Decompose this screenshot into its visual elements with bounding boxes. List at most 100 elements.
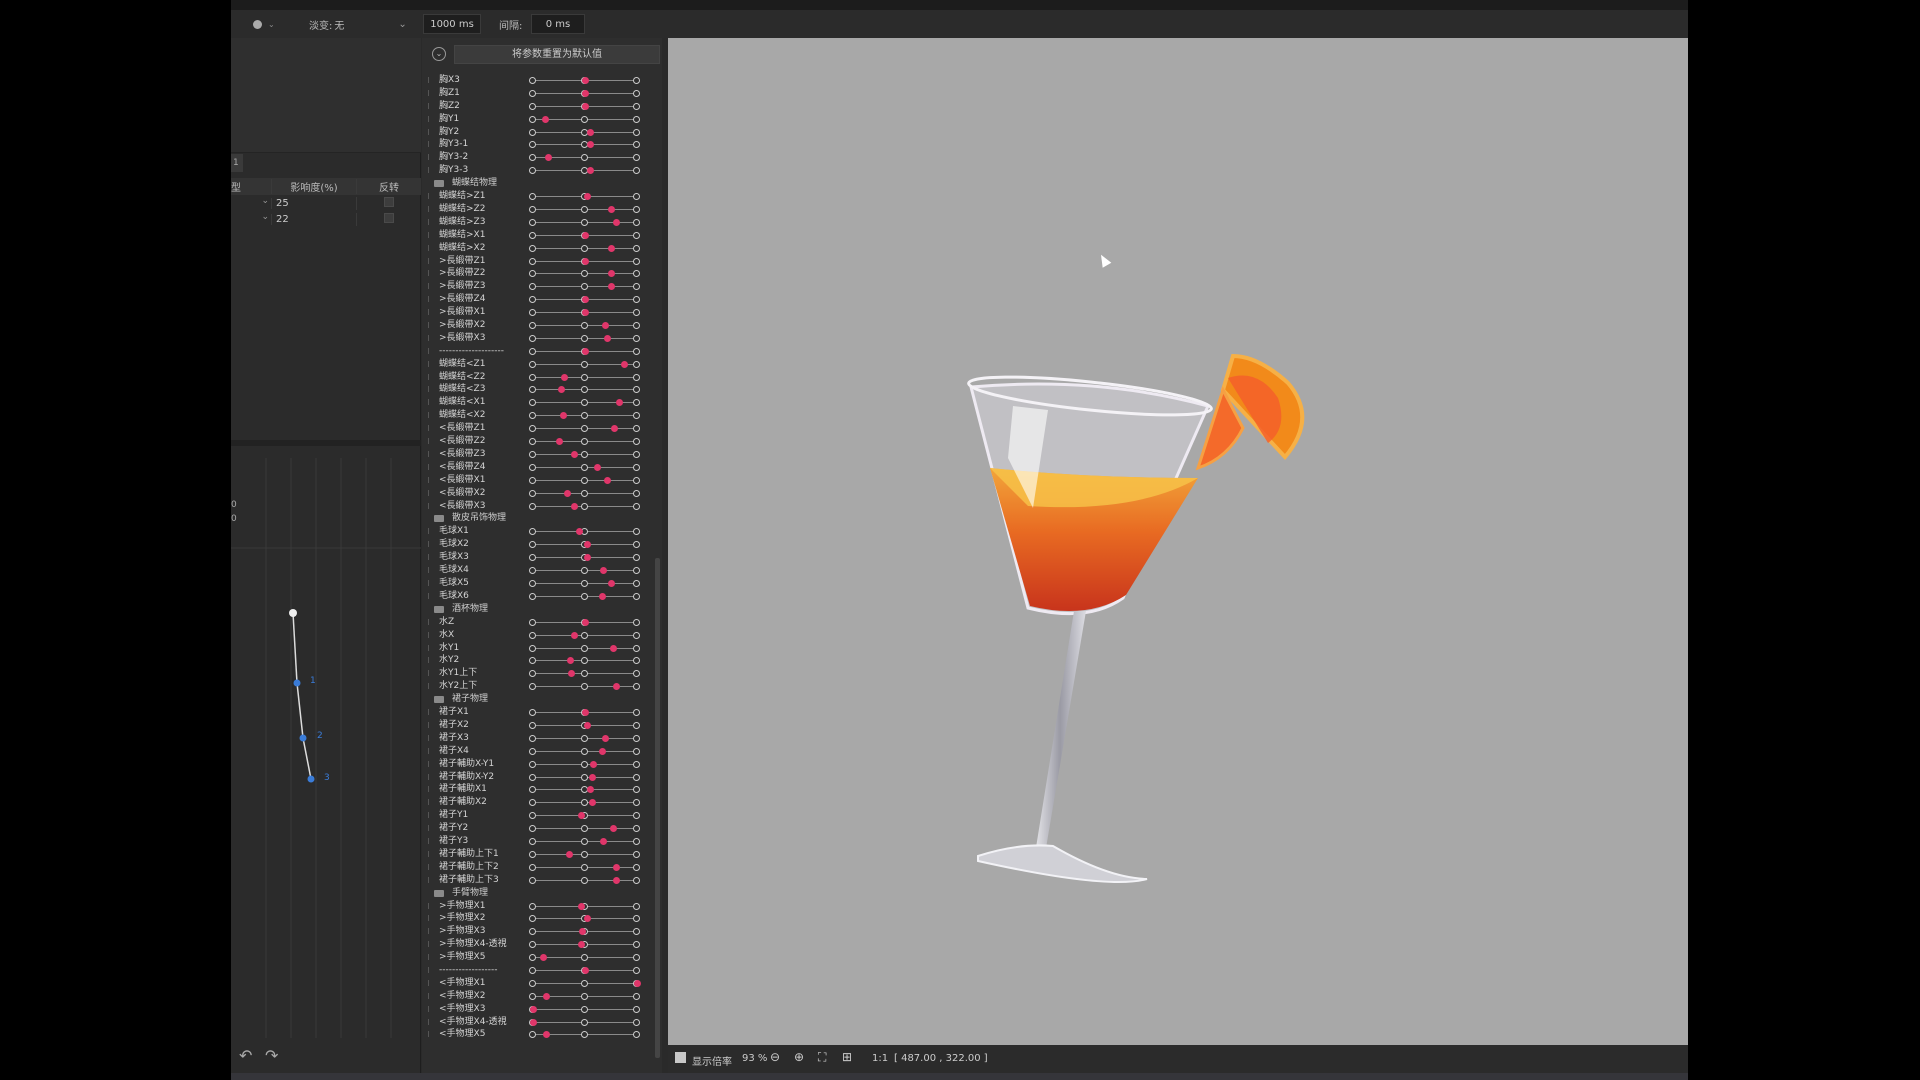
parameter-slider-handle[interactable] bbox=[583, 554, 591, 562]
parameter-slider[interactable] bbox=[529, 850, 640, 858]
parameter-slider-handle[interactable] bbox=[578, 902, 586, 910]
parameter-group[interactable]: 裙子物理 bbox=[422, 693, 662, 706]
parameter-row[interactable]: 蝴蝶结<X1 bbox=[422, 396, 662, 409]
parameter-slider-handle[interactable] bbox=[543, 1031, 551, 1039]
parameter-row[interactable]: 胸Z2 bbox=[422, 100, 662, 113]
parameter-slider[interactable] bbox=[529, 102, 640, 110]
fit-screen-icon[interactable]: ⛶ bbox=[818, 1050, 826, 1065]
parameter-slider[interactable] bbox=[529, 283, 640, 291]
parameter-slider[interactable] bbox=[529, 231, 640, 239]
parameter-slider-handle[interactable] bbox=[586, 786, 594, 794]
parameter-group[interactable]: 手臂物理 bbox=[422, 887, 662, 900]
parameter-slider[interactable] bbox=[529, 128, 640, 136]
parameter-slider[interactable] bbox=[529, 579, 640, 587]
parameter-row[interactable]: 蝴蝶结>Z2 bbox=[422, 203, 662, 216]
parameter-row[interactable]: <長緞帶Z1 bbox=[422, 422, 662, 435]
parameter-slider-handle[interactable] bbox=[612, 683, 620, 691]
parameter-row[interactable]: >長緞帶Z3 bbox=[422, 280, 662, 293]
parameter-slider[interactable] bbox=[529, 786, 640, 794]
parameter-slider-handle[interactable] bbox=[593, 463, 601, 471]
model-canvas[interactable] bbox=[668, 38, 1688, 1045]
parameter-slider-handle[interactable] bbox=[588, 799, 596, 807]
parameter-row[interactable]: 蝴蝶结>X1 bbox=[422, 229, 662, 242]
parameter-slider[interactable] bbox=[529, 644, 640, 652]
parameter-slider[interactable] bbox=[529, 825, 640, 833]
parameter-row[interactable]: >長緞帶X2 bbox=[422, 319, 662, 332]
parameter-slider-handle[interactable] bbox=[543, 992, 551, 1000]
parameter-slider[interactable] bbox=[529, 334, 640, 342]
parameter-slider[interactable] bbox=[529, 812, 640, 820]
parameter-slider[interactable] bbox=[529, 450, 640, 458]
parameter-row[interactable]: >長緞帶Z1 bbox=[422, 255, 662, 268]
parameter-row[interactable]: 毛球X6 bbox=[422, 590, 662, 603]
parameter-row[interactable]: 裙子輔助X2 bbox=[422, 796, 662, 809]
parameter-slider-handle[interactable] bbox=[581, 296, 589, 304]
parameter-slider[interactable] bbox=[529, 760, 640, 768]
parameter-row[interactable]: >手物理X4-透視 bbox=[422, 938, 662, 951]
parameter-slider-handle[interactable] bbox=[607, 244, 615, 252]
parameter-slider-handle[interactable] bbox=[599, 747, 607, 755]
parameter-row[interactable]: 毛球X4 bbox=[422, 564, 662, 577]
parameter-row[interactable]: 裙子X1 bbox=[422, 706, 662, 719]
undo-icon[interactable]: ↶ bbox=[239, 1046, 252, 1065]
parameter-slider[interactable] bbox=[529, 721, 640, 729]
parameter-row[interactable]: >手物理X1 bbox=[422, 900, 662, 913]
zoom-in-icon[interactable]: ⊕ bbox=[794, 1050, 804, 1064]
parameter-slider[interactable] bbox=[529, 863, 640, 871]
parameter-row[interactable]: 胸Z1 bbox=[422, 87, 662, 100]
parameter-slider-handle[interactable] bbox=[581, 257, 589, 265]
parameter-row[interactable]: 裙子輔助上下3 bbox=[422, 874, 662, 887]
parameter-row[interactable]: <手物理X5 bbox=[422, 1028, 662, 1041]
parameter-row[interactable]: 毛球X1 bbox=[422, 525, 662, 538]
parameter-slider[interactable] bbox=[529, 257, 640, 265]
fade-select[interactable]: 淡变: 无 ⌄ bbox=[309, 10, 407, 38]
parameter-slider-handle[interactable] bbox=[633, 979, 641, 987]
influence-value[interactable]: 22 bbox=[271, 213, 356, 225]
parameter-slider[interactable] bbox=[529, 631, 640, 639]
parameter-slider[interactable] bbox=[529, 967, 640, 974]
parameter-row[interactable]: 蝴蝶结>Z1 bbox=[422, 190, 662, 203]
parameter-slider[interactable] bbox=[529, 1031, 640, 1039]
parameter-slider-handle[interactable] bbox=[586, 141, 594, 149]
parameter-group[interactable]: 散皮吊饰物理 bbox=[422, 512, 662, 525]
parameter-row[interactable]: 裙子輔助上下2 bbox=[422, 861, 662, 874]
magnify-checkbox[interactable] bbox=[675, 1052, 686, 1063]
parameter-slider-handle[interactable] bbox=[581, 618, 589, 626]
parameter-slider[interactable] bbox=[529, 347, 640, 355]
parameter-row[interactable]: 裙子Y1 bbox=[422, 809, 662, 822]
parameter-slider-handle[interactable] bbox=[581, 102, 589, 110]
parameter-slider[interactable] bbox=[529, 554, 640, 562]
parameter-row[interactable]: 水Y1上下 bbox=[422, 667, 662, 680]
parameter-slider[interactable] bbox=[529, 747, 640, 755]
parameter-slider[interactable] bbox=[529, 734, 640, 742]
parameter-slider-handle[interactable] bbox=[571, 631, 579, 639]
parameter-row[interactable]: 胸Y3-1 bbox=[422, 138, 662, 151]
parameter-slider[interactable] bbox=[529, 438, 640, 446]
parameter-slider[interactable] bbox=[529, 941, 640, 949]
chevron-down-icon[interactable]: ⌄ bbox=[261, 212, 269, 222]
parameter-slider[interactable] bbox=[529, 954, 640, 962]
parameter-slider[interactable] bbox=[529, 928, 640, 936]
parameter-slider-handle[interactable] bbox=[545, 154, 553, 162]
parameter-slider-handle[interactable] bbox=[529, 1018, 537, 1026]
parameter-slider-handle[interactable] bbox=[541, 115, 549, 123]
parameter-slider[interactable] bbox=[529, 296, 640, 304]
influence-value[interactable]: 25 bbox=[271, 197, 356, 209]
parameter-slider[interactable] bbox=[529, 373, 640, 381]
parameter-slider-handle[interactable] bbox=[589, 760, 597, 768]
parameter-row[interactable]: 蝴蝶结<Z2 bbox=[422, 371, 662, 384]
parameter-group[interactable]: 蝴蝶结物理 bbox=[422, 177, 662, 190]
parameter-slider-handle[interactable] bbox=[567, 670, 575, 678]
parameter-slider-handle[interactable] bbox=[600, 567, 608, 575]
parameter-slider-handle[interactable] bbox=[581, 347, 589, 355]
parameter-slider-handle[interactable] bbox=[563, 489, 571, 497]
parameter-row[interactable]: 蝴蝶结<Z1 bbox=[422, 358, 662, 371]
parameter-row[interactable]: 水Y2上下 bbox=[422, 680, 662, 693]
parameter-row[interactable]: 裙子X4 bbox=[422, 745, 662, 758]
parameter-row[interactable]: 裙子Y3 bbox=[422, 835, 662, 848]
physics-graph[interactable]: 0 0 1 2 3 bbox=[231, 458, 421, 1073]
parameter-row[interactable]: ------------------ bbox=[422, 964, 662, 977]
parameter-row[interactable]: 胸X3 bbox=[422, 74, 662, 87]
parameter-row[interactable]: 水Y1 bbox=[422, 642, 662, 655]
parameter-slider[interactable] bbox=[529, 1005, 640, 1013]
